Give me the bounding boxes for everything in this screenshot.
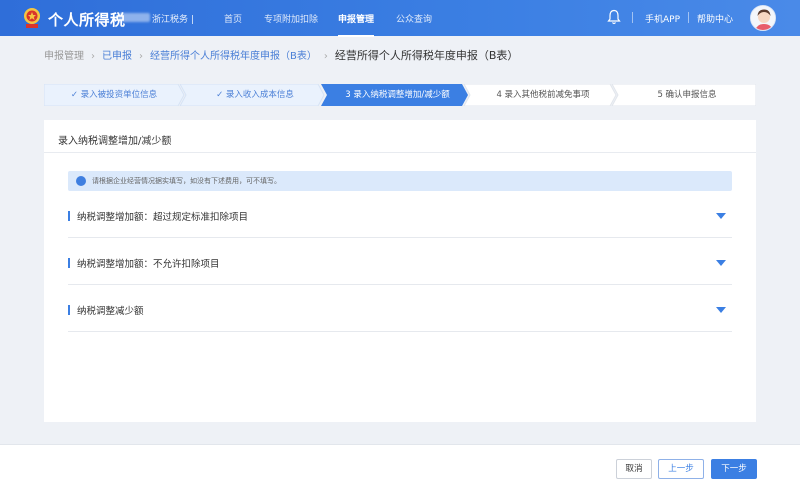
previous-step-button[interactable]: 上一步 xyxy=(658,459,704,479)
caret-down-icon[interactable] xyxy=(716,213,726,219)
bell-icon[interactable] xyxy=(607,9,621,25)
section-label: 纳税调整增加额：不允许扣除项目 xyxy=(77,259,220,270)
mobile-app-link[interactable]: 手机APP xyxy=(645,12,680,25)
nav-declaration-management[interactable]: 申报管理 xyxy=(338,12,375,37)
breadcrumb-declared[interactable]: 已申报 xyxy=(102,51,132,62)
caret-down-icon[interactable] xyxy=(716,260,726,266)
step-indicator: ✓ 录入被投资单位信息 ✓ 录入收入成本信息 3 录入纳税调整增加/减少额 4 … xyxy=(44,84,756,106)
section-marker xyxy=(68,211,70,221)
section-marker xyxy=(68,305,70,315)
top-header: 个人所得税 浙江税务 | 首页 专项附加扣除 申报管理 公众查询 手机APP 帮… xyxy=(0,0,800,37)
section-label: 纳税调整减少额 xyxy=(77,306,144,317)
panel-divider xyxy=(44,152,756,153)
step-1-investee-info[interactable]: ✓ 录入被投资单位信息 xyxy=(44,84,184,106)
avatar[interactable] xyxy=(750,5,776,31)
breadcrumb-business-income-b[interactable]: 经营所得个人所得税年度申报（B表） xyxy=(150,51,317,62)
panel-title: 录入纳税调整增加/减少额 xyxy=(58,136,172,147)
app-title[interactable]: 个人所得税 xyxy=(48,9,126,30)
info-icon xyxy=(76,176,86,186)
breadcrumb-separator: › xyxy=(139,51,143,62)
region-label: 浙江税务 | xyxy=(152,15,194,25)
nav-special-deduction[interactable]: 专项附加扣除 xyxy=(264,12,318,25)
section-increase-not-allowed[interactable]: 纳税调整增加额：不允许扣除项目 xyxy=(68,239,732,285)
step-3-tax-adjustment: 3 录入纳税调整增加/减少额 xyxy=(345,90,450,100)
nav-public-query[interactable]: 公众查询 xyxy=(396,12,432,25)
section-marker xyxy=(68,258,70,268)
user-avatar-icon xyxy=(751,6,775,30)
tax-emblem-icon xyxy=(24,8,40,28)
step-4-other-deductions: 4 录入其他税前减免事项 xyxy=(496,90,590,100)
cancel-button[interactable]: 取消 xyxy=(616,459,652,479)
user-name-redacted xyxy=(118,13,150,22)
nav-home[interactable]: 首页 xyxy=(224,12,242,25)
breadcrumb: 申报管理 › 已申报 › 经营所得个人所得税年度申报（B表） › 经营所得个人所得税年度申报… xyxy=(44,47,518,63)
help-center-link[interactable]: 帮助中心 xyxy=(697,12,733,25)
info-notice: 请根据企业经营情况据实填写，如没有下述费用，可不填写。 xyxy=(68,171,732,191)
breadcrumb-current: 经营所得个人所得税年度申报（B表） xyxy=(334,49,519,62)
caret-down-icon[interactable] xyxy=(716,307,726,313)
notice-text: 请根据企业经营情况据实填写，如没有下述费用，可不填写。 xyxy=(92,177,281,185)
breadcrumb-separator: › xyxy=(91,51,95,62)
next-step-button[interactable]: 下一步 xyxy=(711,459,757,479)
step-5-confirm: 5 确认申报信息 xyxy=(657,90,717,100)
step-2-income-cost[interactable]: ✓ 录入收入成本信息 xyxy=(186,84,324,106)
breadcrumb-declaration-management[interactable]: 申报管理 xyxy=(44,51,84,62)
section-increase-over-standard[interactable]: 纳税调整增加额：超过规定标准扣除项目 xyxy=(68,192,732,238)
section-decrease[interactable]: 纳税调整减少额 xyxy=(68,286,732,332)
main-panel: 录入纳税调整增加/减少额 请根据企业经营情况据实填写，如没有下述费用，可不填写。… xyxy=(44,120,756,422)
breadcrumb-separator: › xyxy=(323,51,328,62)
header-divider xyxy=(688,12,689,23)
footer-bar: 取消 上一步 下一步 xyxy=(0,444,800,491)
section-label: 纳税调整增加额：超过规定标准扣除项目 xyxy=(77,212,249,223)
header-divider xyxy=(632,12,633,23)
